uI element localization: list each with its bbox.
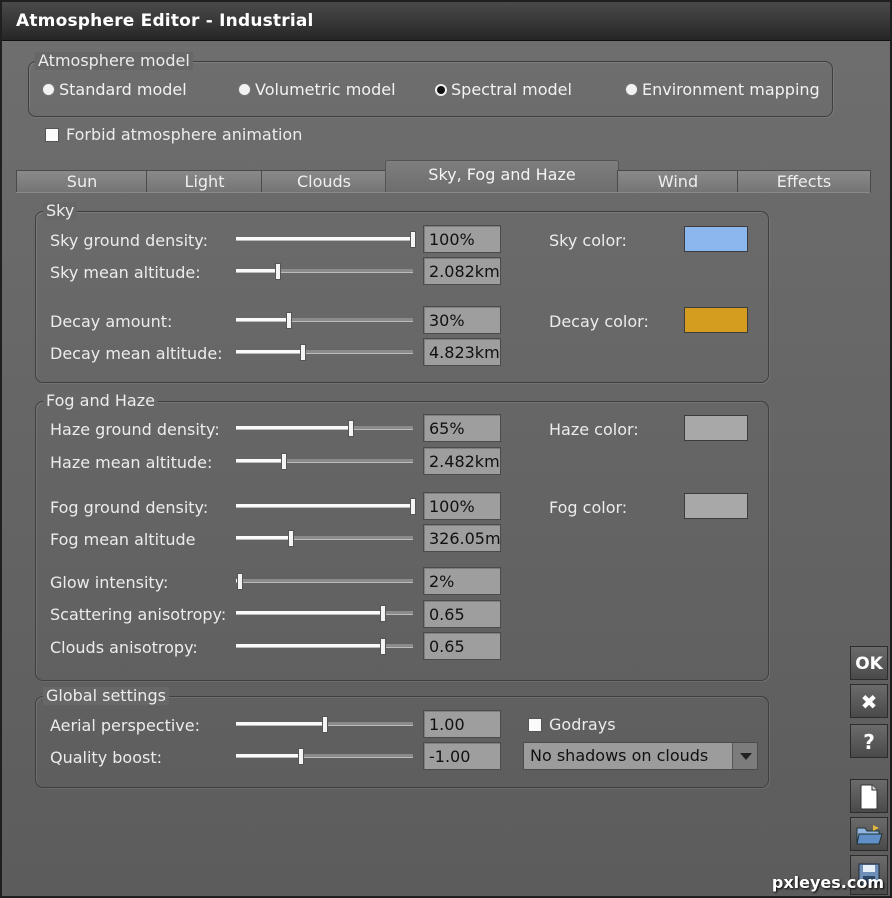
tab-strip: Sun Light Clouds Sky, Fog and Haze Wind … <box>16 160 871 193</box>
fog-color-label: Fog color: <box>549 498 628 517</box>
haze-color-label: Haze color: <box>549 420 639 439</box>
sky-ground-density-label: Sky ground density: <box>50 231 208 250</box>
decay-mean-altitude-value[interactable]: 4.823km <box>423 338 501 366</box>
decay-color-swatch[interactable] <box>684 307 748 333</box>
atmosphere-editor-window: Atmosphere Editor - Industrial Atmospher… <box>0 0 892 898</box>
dropdown-arrow-icon[interactable] <box>732 743 757 769</box>
decay-mean-altitude-slider[interactable] <box>236 344 413 361</box>
slider-thumb[interactable] <box>286 312 293 329</box>
haze-ground-density-slider[interactable] <box>236 420 413 437</box>
haze-mean-altitude-value[interactable]: 2.482km <box>423 447 501 475</box>
fog-ground-density-label: Fog ground density: <box>50 498 209 517</box>
fog-color-swatch[interactable] <box>684 493 748 519</box>
radio-dot-selected <box>437 86 445 94</box>
watermark: pxleyes.com <box>771 873 884 892</box>
fog-mean-altitude-value[interactable]: 326.05m <box>423 524 501 552</box>
tab-effects[interactable]: Effects <box>737 170 871 193</box>
scattering-anisotropy-label: Scattering anisotropy: <box>50 605 227 624</box>
decay-amount-label: Decay amount: <box>50 312 173 331</box>
slider-thumb[interactable] <box>321 716 328 733</box>
fog-ground-density-value[interactable]: 100% <box>423 492 501 520</box>
slider-thumb[interactable] <box>236 573 243 590</box>
clouds-anisotropy-label: Clouds anisotropy: <box>50 638 198 657</box>
sky-group-title: Sky <box>43 202 78 220</box>
decay-color-label: Decay color: <box>549 312 649 331</box>
slider-thumb[interactable] <box>410 231 416 248</box>
slider-thumb[interactable] <box>379 638 386 655</box>
window-title: Atmosphere Editor - Industrial <box>16 11 314 31</box>
slider-thumb[interactable] <box>287 530 294 547</box>
sky-color-swatch[interactable] <box>684 226 748 252</box>
help-button[interactable]: ? <box>850 724 888 758</box>
cancel-button[interactable]: ✖ <box>850 684 888 718</box>
slider-thumb[interactable] <box>275 263 282 280</box>
radio-dot <box>43 84 54 95</box>
open-folder-button[interactable] <box>850 817 888 851</box>
quality-boost-slider[interactable] <box>236 748 413 765</box>
atmosphere-model-title: Atmosphere model <box>35 52 193 70</box>
fog-mean-altitude-slider[interactable] <box>236 530 413 547</box>
forbid-animation-checkbox[interactable] <box>45 128 59 142</box>
aerial-perspective-label: Aerial perspective: <box>50 716 200 735</box>
slider-thumb[interactable] <box>348 420 355 437</box>
tab-clouds[interactable]: Clouds <box>261 170 387 193</box>
slider-thumb[interactable] <box>298 748 305 765</box>
fog-ground-density-slider[interactable] <box>236 498 416 515</box>
godrays-checkbox[interactable] <box>528 718 542 732</box>
quality-boost-label: Quality boost: <box>50 748 162 767</box>
clouds-anisotropy-slider[interactable] <box>236 638 413 655</box>
new-document-button[interactable] <box>850 779 888 813</box>
sky-mean-altitude-value[interactable]: 2.082km <box>423 257 501 285</box>
scattering-anisotropy-slider[interactable] <box>236 605 413 622</box>
glow-intensity-label: Glow intensity: <box>50 573 169 592</box>
haze-mean-altitude-label: Haze mean altitude: <box>50 453 213 472</box>
decay-mean-altitude-label: Decay mean altitude: <box>50 344 223 363</box>
clouds-anisotropy-value[interactable]: 0.65 <box>423 632 501 660</box>
decay-amount-slider[interactable] <box>236 312 413 329</box>
sky-mean-altitude-label: Sky mean altitude: <box>50 263 201 282</box>
forbid-animation-label: Forbid atmosphere animation <box>66 125 303 144</box>
slider-thumb[interactable] <box>280 453 287 470</box>
sky-ground-density-slider[interactable] <box>236 231 416 248</box>
tab-panel-divider <box>16 192 870 193</box>
slider-thumb[interactable] <box>410 498 416 515</box>
aerial-perspective-slider[interactable] <box>236 716 413 733</box>
haze-color-swatch[interactable] <box>684 415 748 441</box>
quality-boost-value[interactable]: -1.00 <box>423 742 501 770</box>
slider-thumb[interactable] <box>300 344 307 361</box>
glow-intensity-slider[interactable] <box>236 573 413 590</box>
radio-dot <box>239 84 250 95</box>
scattering-anisotropy-value[interactable]: 0.65 <box>423 600 501 628</box>
glow-intensity-value[interactable]: 2% <box>423 567 501 595</box>
document-icon <box>860 784 878 810</box>
ok-button[interactable]: OK <box>850 646 888 680</box>
cloud-shadows-select[interactable]: No shadows on clouds <box>523 742 758 770</box>
haze-ground-density-label: Haze ground density: <box>50 420 220 439</box>
slider-thumb[interactable] <box>379 605 386 622</box>
haze-mean-altitude-slider[interactable] <box>236 453 413 470</box>
sky-color-label: Sky color: <box>549 231 627 250</box>
cloud-shadows-select-value: No shadows on clouds <box>530 746 709 765</box>
tab-light[interactable]: Light <box>146 170 263 193</box>
radio-dot <box>626 84 637 95</box>
tab-sky-fog-haze[interactable]: Sky, Fog and Haze <box>385 160 619 193</box>
aerial-perspective-value[interactable]: 1.00 <box>423 710 501 738</box>
sky-ground-density-value[interactable]: 100% <box>423 225 501 253</box>
tab-sun[interactable]: Sun <box>16 170 148 193</box>
haze-ground-density-value[interactable]: 65% <box>423 414 501 442</box>
folder-icon <box>856 825 883 845</box>
tab-wind[interactable]: Wind <box>617 170 739 193</box>
global-settings-title: Global settings <box>43 687 169 705</box>
decay-amount-value[interactable]: 30% <box>423 306 501 334</box>
fog-mean-altitude-label: Fog mean altitude <box>50 530 196 549</box>
godrays-label: Godrays <box>549 715 616 734</box>
sky-mean-altitude-slider[interactable] <box>236 263 413 280</box>
fog-haze-group-title: Fog and Haze <box>43 392 158 410</box>
title-bar[interactable]: Atmosphere Editor - Industrial <box>2 2 890 41</box>
